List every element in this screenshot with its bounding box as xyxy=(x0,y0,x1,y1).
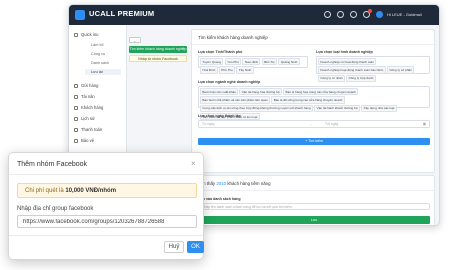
industry-chip[interactable]: Vận tải hành khách đường bộ xyxy=(314,104,360,112)
app-title: UCALL PREMIUM xyxy=(89,9,155,18)
city-chip[interactable]: Phú Thọ xyxy=(218,66,236,74)
industry-chip[interactable]: Bán lẻ đồ uống trong các cửa hàng chuyên… xyxy=(271,96,345,104)
back-button[interactable]: ← xyxy=(129,37,141,43)
industry-chip[interactable]: Vận tải hàng hóa đường bộ xyxy=(239,88,282,96)
modal-divider xyxy=(9,174,203,175)
date-arrow-icon: → xyxy=(309,122,313,126)
cost-prefix: Chi phí quét là xyxy=(25,188,64,194)
search-card-title: Tìm kiếm khách hàng doanh nghiệp xyxy=(198,35,268,40)
edit-icon[interactable] xyxy=(324,11,331,18)
city-chip[interactable]: Nam định xyxy=(242,58,261,66)
type-select[interactable]: Doanh nghiệp có hoạt động thanh toán Doa… xyxy=(316,56,430,82)
sidebar-item-customers[interactable]: Khách hàng xyxy=(74,105,103,110)
notification-badge xyxy=(368,9,372,13)
date-to-placeholder: Tới ngày xyxy=(325,122,339,126)
tab-facebook-import[interactable]: Nhập từ nhóm Facebook xyxy=(129,55,187,62)
industry-label: Lựa chọn ngành nghề doanh nghiệp xyxy=(198,80,261,84)
cost-value: 10,000 VNĐ/nhóm xyxy=(65,188,117,194)
cost-notice: Chi phí quét là 10,000 VNĐ/nhóm xyxy=(17,183,197,198)
results-count: 2010 xyxy=(216,181,227,186)
box-icon xyxy=(74,83,78,88)
calendar-icon: ▣ xyxy=(422,122,426,126)
type-chip[interactable]: Doanh nghiệp hoạt động thanh toán bảo hi… xyxy=(318,66,386,74)
sidebar-subitem[interactable]: Công cụ xyxy=(91,52,105,56)
city-select[interactable]: Tuyên Quang Yên Phú Nam định Bến Tre Quả… xyxy=(198,56,308,74)
folder-icon xyxy=(74,94,78,99)
city-chip[interactable]: Yên Phú xyxy=(224,58,242,66)
date-range-input[interactable]: Từ ngày → Tới ngày ▣ xyxy=(198,120,430,128)
cancel-button[interactable]: Huỷ xyxy=(164,241,184,253)
divider xyxy=(192,44,436,45)
settings-icon[interactable] xyxy=(350,11,357,18)
grid-icon xyxy=(74,32,78,37)
sidebar-item-label: Tài sản xyxy=(81,94,95,99)
industry-chip[interactable]: Cung cấp dịch vụ ăn uống theo hợp đồng k… xyxy=(200,104,314,112)
sidebar-item-history[interactable]: Lịch sử xyxy=(74,116,95,121)
type-chip[interactable]: Công ty tư nhân xyxy=(318,74,345,82)
top-bar: UCALL PREMIUM Hi LEUE - Goldmail xyxy=(69,5,439,25)
card-icon xyxy=(74,127,78,132)
results-title: Tìm thấy 2010 khách hàng tiềm năng xyxy=(198,181,271,186)
type-chip[interactable]: Công ty hợp danh xyxy=(346,74,376,82)
sidebar-subitem-active[interactable]: Lưu lại xyxy=(85,69,121,75)
industry-select[interactable]: Buôn bán vốn xuất khẩu Vận tải hàng hóa … xyxy=(198,86,430,121)
tab-business-search[interactable]: Tìm kiếm khách hàng doanh nghiệp xyxy=(129,46,187,53)
results-suffix: khách hàng tiềm năng xyxy=(227,181,271,186)
city-chip[interactable]: Hoà Bình xyxy=(200,66,218,74)
city-chip[interactable]: Quảng Ninh xyxy=(278,58,300,66)
sidebar-item-shipping[interactable]: Gửi hàng xyxy=(74,83,98,88)
add-facebook-group-modal: Thêm nhóm Facebook × Chi phí quét là 10,… xyxy=(8,152,204,260)
industry-chip[interactable]: Xây dựng nhà các loại xyxy=(361,104,397,112)
sidebar-item-label: Lịch sử xyxy=(81,116,95,121)
sidebar-item-quick[interactable]: Quick inu xyxy=(74,32,98,37)
modal-footer-divider xyxy=(9,235,203,236)
type-chip[interactable]: Doanh nghiệp có hoạt động thanh toán xyxy=(318,58,377,66)
city-chip[interactable]: Tuyên Quang xyxy=(200,58,224,66)
city-chip[interactable]: Bến Tre xyxy=(261,58,278,66)
date-label: Lựa chọn ngày thành lập xyxy=(198,114,241,118)
close-icon[interactable]: × xyxy=(191,159,196,168)
sidebar-item-label: Thanh toán xyxy=(81,127,103,132)
industry-chip[interactable]: Buôn bán vốn xuất khẩu xyxy=(200,88,239,96)
sidebar-item-security[interactable]: Bảo vệ xyxy=(74,138,94,143)
type-label: Lựa chọn loại hình doanh nghiệp xyxy=(316,50,373,54)
sidebar-item-label: Quick inu xyxy=(81,32,99,37)
sidebar-item-label: Khách hàng xyxy=(81,105,104,110)
group-url-label: Nhập địa chỉ group facebook xyxy=(17,206,94,212)
list-name-input[interactable]: Nhập tên danh sách khách hàng để lưu lại… xyxy=(198,203,430,210)
city-chip[interactable]: Tây Ninh xyxy=(236,66,254,74)
sidebar-item-payment[interactable]: Thanh toán xyxy=(74,127,102,132)
industry-chip[interactable]: Bán buôn chế phẩm và các sản phẩm liên q… xyxy=(200,96,271,104)
sidebar-subitem[interactable]: Danh sách xyxy=(91,61,109,65)
date-from-placeholder: Từ ngày xyxy=(202,122,215,126)
clock-icon xyxy=(74,116,78,121)
industry-chip[interactable]: Bán lẻ hàng hóa trong các cửa hàng chuyê… xyxy=(283,88,359,96)
save-button[interactable]: Lưu xyxy=(198,216,430,224)
cost-text: Chi phí quét là 10,000 VNĐ/nhóm xyxy=(25,188,116,194)
search-button[interactable]: + Tìm kiếm xyxy=(198,138,430,145)
ok-button[interactable]: OK xyxy=(187,241,204,253)
sidebar-item-label: Gửi hàng xyxy=(81,83,99,88)
sidebar-item-assets[interactable]: Tài sản xyxy=(74,94,95,99)
results-card: Tìm thấy 2010 khách hàng tiềm năng Lưu v… xyxy=(191,175,436,225)
shield-icon xyxy=(74,138,78,143)
logo-icon xyxy=(75,10,85,20)
list-name-label: Lưu vào danh sách hàng xyxy=(198,197,241,201)
modal-title: Thêm nhóm Facebook xyxy=(17,161,88,168)
sidebar-subitem[interactable]: Lâm tối xyxy=(91,43,103,47)
user-name[interactable]: Hi LEUE - Goldmail xyxy=(387,12,422,17)
group-url-input[interactable] xyxy=(17,215,197,228)
sidebar-item-label: Bảo vệ xyxy=(81,138,95,143)
search-card: Tìm kiếm khách hàng doanh nghiệp Lựa chọ… xyxy=(191,29,436,173)
refresh-icon[interactable] xyxy=(337,11,344,18)
divider xyxy=(192,190,436,191)
city-label: Lựa chọn Tỉnh/Thành phố xyxy=(198,50,243,54)
type-chip[interactable]: Công ty cổ phần xyxy=(386,66,415,74)
users-icon xyxy=(74,105,78,110)
avatar[interactable] xyxy=(376,11,383,18)
